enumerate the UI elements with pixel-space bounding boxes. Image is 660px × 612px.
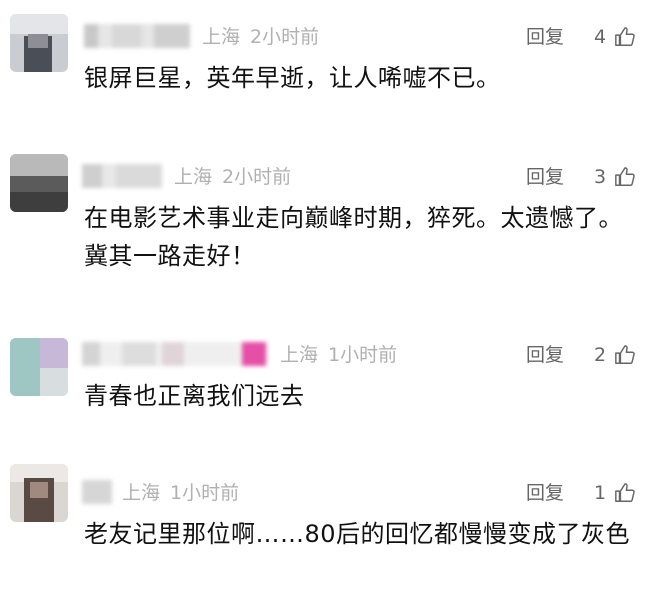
avatar[interactable]	[10, 464, 68, 522]
comment-location: 上海	[280, 344, 319, 366]
comment-text: 老友记里那位啊……80后的回忆都慢慢变成了灰色	[84, 520, 631, 548]
thumbs-up-icon	[615, 167, 635, 186]
like-button[interactable]: 3	[594, 164, 635, 190]
comment-list: 上海 2小时前 回复 4 银屏巨星，英年早逝，让人唏嘘不已。 上海 2小时前 回复 …	[0, 0, 660, 612]
reply-button[interactable]: 回复	[526, 164, 564, 190]
comment-item: 上海 1小时前 回复 2 青春也正离我们远去	[0, 312, 660, 452]
like-button[interactable]: 1	[594, 480, 635, 506]
reply-button[interactable]: 回复	[526, 342, 564, 368]
comment-meta: 上海 2小时前	[202, 24, 319, 50]
comment-time: 2小时前	[250, 26, 320, 48]
reply-button[interactable]: 回复	[526, 24, 564, 50]
comment-item: 上海 1小时前 回复 1 老友记里那位啊……80后的回忆都慢慢变成了灰色	[0, 452, 660, 612]
like-count: 4	[594, 26, 607, 48]
like-count: 1	[594, 482, 607, 504]
like-button[interactable]: 4	[594, 24, 635, 50]
like-count: 3	[594, 166, 607, 188]
avatar[interactable]	[10, 154, 68, 212]
comment-location: 上海	[122, 482, 161, 504]
like-button[interactable]: 2	[594, 342, 635, 368]
comment-time: 1小时前	[170, 482, 240, 504]
comment-location: 上海	[202, 26, 241, 48]
avatar[interactable]	[10, 338, 68, 396]
comment-text: 在电影艺术事业走向巅峰时期，猝死。太遗憾了。冀其一路走好！	[84, 204, 623, 270]
username[interactable]	[82, 164, 162, 188]
comment-item: 上海 2小时前 回复 4 银屏巨星，英年早逝，让人唏嘘不已。	[0, 0, 660, 130]
username[interactable]	[82, 480, 112, 504]
comment-meta: 上海 1小时前	[122, 480, 239, 506]
thumbs-up-icon	[615, 483, 635, 502]
comment-time: 1小时前	[328, 344, 398, 366]
like-count: 2	[594, 344, 607, 366]
username[interactable]	[82, 342, 268, 366]
comment-meta: 上海 1小时前	[280, 342, 397, 368]
comment-text: 银屏巨星，英年早逝，让人唏嘘不已。	[84, 64, 501, 92]
thumbs-up-icon	[615, 345, 635, 364]
comment-meta: 上海 2小时前	[174, 164, 291, 190]
avatar[interactable]	[10, 14, 68, 72]
comment-item: 上海 2小时前 回复 3 在电影艺术事业走向巅峰时期，猝死。太遗憾了。冀其一路走好…	[0, 130, 660, 312]
comment-time: 2小时前	[222, 166, 292, 188]
thumbs-up-icon	[615, 27, 635, 46]
comment-text: 青春也正离我们远去	[84, 382, 305, 410]
comment-location: 上海	[174, 166, 213, 188]
username[interactable]	[84, 24, 190, 48]
reply-button[interactable]: 回复	[526, 480, 564, 506]
